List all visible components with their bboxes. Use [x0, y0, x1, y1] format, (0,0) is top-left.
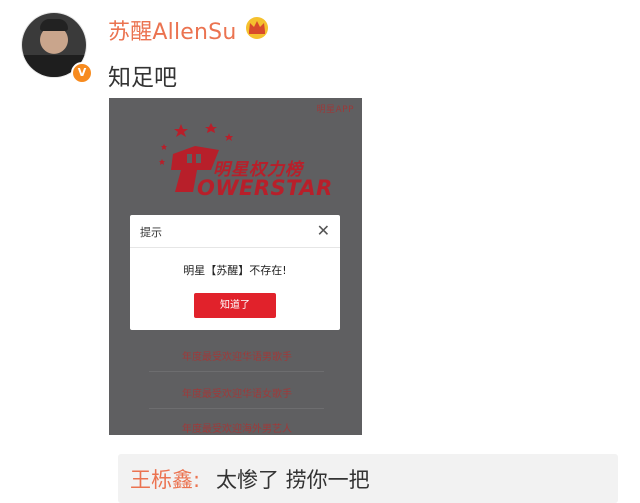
dialog-divider [130, 247, 340, 248]
comment-box: 王栎鑫: 太惨了 捞你一把 [118, 454, 618, 503]
dialog-title: 提示 [140, 226, 162, 239]
comment-text: 太惨了 捞你一把 [216, 468, 370, 492]
post-text: 知足吧 [108, 65, 177, 91]
list-item[interactable]: 年度最受欢迎华语女歌手 [167, 385, 307, 400]
avatar-hair [40, 19, 68, 31]
crown-icon [246, 17, 268, 39]
divider [149, 408, 324, 409]
logo-en: OWERSTAR [197, 176, 333, 200]
list-item[interactable]: 年度最受欢迎海外男艺人 [167, 420, 307, 435]
app-tag: 明星APP [316, 105, 354, 115]
list-item[interactable]: 年度最受欢迎华语男歌手 [167, 348, 307, 363]
alert-dialog: 提示 ✕ 明星【苏醒】不存在! 知道了 [130, 215, 340, 330]
divider [149, 371, 324, 372]
confirm-button[interactable]: 知道了 [194, 293, 276, 318]
comment-author[interactable]: 王栎鑫: [130, 464, 200, 494]
verified-badge-icon: V [71, 62, 93, 84]
dialog-message: 明星【苏醒】不存在! [183, 264, 287, 277]
close-icon[interactable]: ✕ [317, 221, 330, 240]
author-name[interactable]: 苏醒AllenSu [108, 14, 236, 46]
